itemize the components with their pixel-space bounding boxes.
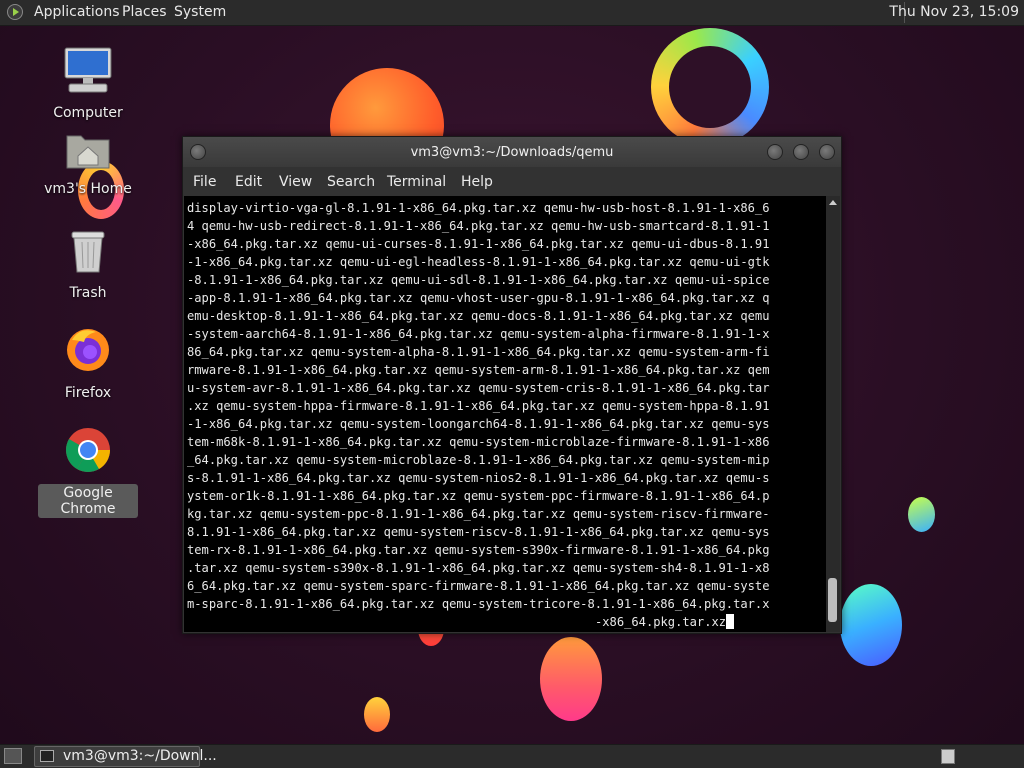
scroll-up-arrow-icon[interactable]: [829, 200, 837, 205]
desktop-icon-home[interactable]: vm3's Home: [38, 130, 138, 198]
terminal-line: 4 qemu-hw-usb-redirect-8.1.91-1-x86_64.p…: [187, 219, 770, 233]
menu-places[interactable]: Places: [122, 4, 167, 20]
decorative-orb: [540, 637, 602, 721]
chrome-icon: [66, 428, 110, 472]
terminal-icon: [40, 750, 54, 762]
terminal-output[interactable]: display-virtio-vga-gl-8.1.91-1-x86_64.pk…: [184, 196, 826, 632]
terminal-scrollbar[interactable]: [826, 196, 840, 632]
desktop-icon-label: Firefox: [64, 385, 112, 401]
text-cursor: [726, 614, 735, 629]
applications-menu-icon[interactable]: [7, 4, 23, 20]
clock[interactable]: Thu Nov 23, 15:09: [889, 4, 1019, 20]
terminal-line: ystem-or1k-8.1.91-1-x86_64.pkg.tar.xz qe…: [187, 489, 770, 503]
terminal-prompt-line: -x86_64.pkg.tar.xz: [595, 613, 735, 631]
menu-search[interactable]: Search: [327, 174, 375, 190]
decorative-orb: [908, 497, 935, 532]
trash-icon: [71, 231, 105, 273]
terminal-line: 6_64.pkg.tar.xz qemu-system-sparc-firmwa…: [187, 579, 770, 593]
terminal-line: -1-x86_64.pkg.tar.xz qemu-ui-egl-headles…: [187, 255, 770, 269]
desktop-icon-chrome[interactable]: Google Chrome: [38, 426, 138, 518]
terminal-text: display-virtio-vga-gl-8.1.91-1-x86_64.pk…: [187, 199, 826, 613]
window-titlebar[interactable]: vm3@vm3:~/Downloads/qemu: [183, 137, 841, 167]
terminal-line: display-virtio-vga-gl-8.1.91-1-x86_64.pk…: [187, 201, 770, 215]
terminal-line: .xz qemu-system-hppa-firmware-8.1.91-1-x…: [187, 399, 770, 413]
close-icon[interactable]: [819, 144, 835, 160]
menu-file[interactable]: File: [193, 174, 216, 190]
terminal-line: u-system-avr-8.1.91-1-x86_64.pkg.tar.xz …: [187, 381, 770, 395]
terminal-last-text: -x86_64.pkg.tar.xz: [595, 615, 727, 629]
show-desktop-icon[interactable]: [4, 748, 22, 764]
desktop-icon-firefox[interactable]: Firefox: [38, 326, 138, 402]
maximize-icon[interactable]: [793, 144, 809, 160]
desktop-icon-trash[interactable]: Trash: [38, 230, 138, 302]
menu-system[interactable]: System: [174, 4, 226, 20]
terminal-line: -system-aarch64-8.1.91-1-x86_64.pkg.tar.…: [187, 327, 770, 341]
desktop-icon-computer[interactable]: Computer: [38, 46, 138, 122]
menu-edit[interactable]: Edit: [235, 174, 262, 190]
top-panel: Applications Places System Thu Nov 23, 1…: [0, 0, 1024, 26]
terminal-line: -app-8.1.91-1-x86_64.pkg.tar.xz qemu-vho…: [187, 291, 770, 305]
decorative-orb: [840, 584, 902, 666]
terminal-line: tem-m68k-8.1.91-1-x86_64.pkg.tar.xz qemu…: [187, 435, 770, 449]
desktop-icon-label: Google Chrome: [38, 484, 138, 518]
firefox-icon: [67, 329, 109, 371]
bottom-panel: vm3@vm3:~/Downl...: [0, 744, 1024, 768]
desktop-icon-label: vm3's Home: [44, 181, 132, 197]
decorative-ring: [651, 28, 769, 146]
terminal-line: 86_64.pkg.tar.xz qemu-system-alpha-8.1.9…: [187, 345, 770, 359]
terminal-line: kg.tar.xz qemu-system-ppc-8.1.91-1-x86_6…: [187, 507, 770, 521]
menu-applications[interactable]: Applications: [34, 4, 120, 20]
home-folder-icon: [66, 135, 110, 169]
terminal-line: _64.pkg.tar.xz qemu-system-microblaze-8.…: [187, 453, 770, 467]
desktop-icon-label: Trash: [69, 285, 107, 301]
taskbar-button-terminal[interactable]: vm3@vm3:~/Downl...: [34, 746, 217, 767]
menu-terminal[interactable]: Terminal: [387, 174, 446, 190]
terminal-line: s-8.1.91-1-x86_64.pkg.tar.xz qemu-system…: [187, 471, 770, 485]
terminal-line: -8.1.91-1-x86_64.pkg.tar.xz qemu-ui-sdl-…: [187, 273, 770, 287]
window-title: vm3@vm3:~/Downloads/qemu: [410, 145, 614, 160]
menu-view[interactable]: View: [279, 174, 312, 190]
terminal-line: -1-x86_64.pkg.tar.xz qemu-system-loongar…: [187, 417, 770, 431]
terminal-line: m-sparc-8.1.91-1-x86_64.pkg.tar.xz qemu-…: [187, 597, 770, 611]
terminal-line: rmware-8.1.91-1-x86_64.pkg.tar.xz qemu-s…: [187, 363, 770, 377]
terminal-line: .tar.xz qemu-system-s390x-8.1.91-1-x86_6…: [187, 561, 770, 575]
computer-icon: [64, 47, 112, 93]
menu-help[interactable]: Help: [461, 174, 493, 190]
terminal-line: tem-rx-8.1.91-1-x86_64.pkg.tar.xz qemu-s…: [187, 543, 770, 557]
terminal-line: -x86_64.pkg.tar.xz qemu-ui-curses-8.1.91…: [187, 237, 770, 251]
minimize-icon[interactable]: [767, 144, 783, 160]
scrollbar-thumb[interactable]: [828, 578, 837, 622]
decorative-orb: [364, 697, 390, 732]
terminal-menubar: File Edit View Search Terminal Help: [183, 167, 841, 195]
desktop-icon-label: Computer: [53, 105, 123, 121]
terminal-window[interactable]: vm3@vm3:~/Downloads/qemu File Edit View …: [182, 136, 842, 634]
terminal-line: 8.1.91-1-x86_64.pkg.tar.xz qemu-system-r…: [187, 525, 770, 539]
workspace-switcher[interactable]: [941, 749, 955, 764]
terminal-line: emu-desktop-8.1.91-1-x86_64.pkg.tar.xz q…: [187, 309, 770, 323]
taskbar-button-label: vm3@vm3:~/Downl...: [63, 748, 217, 764]
